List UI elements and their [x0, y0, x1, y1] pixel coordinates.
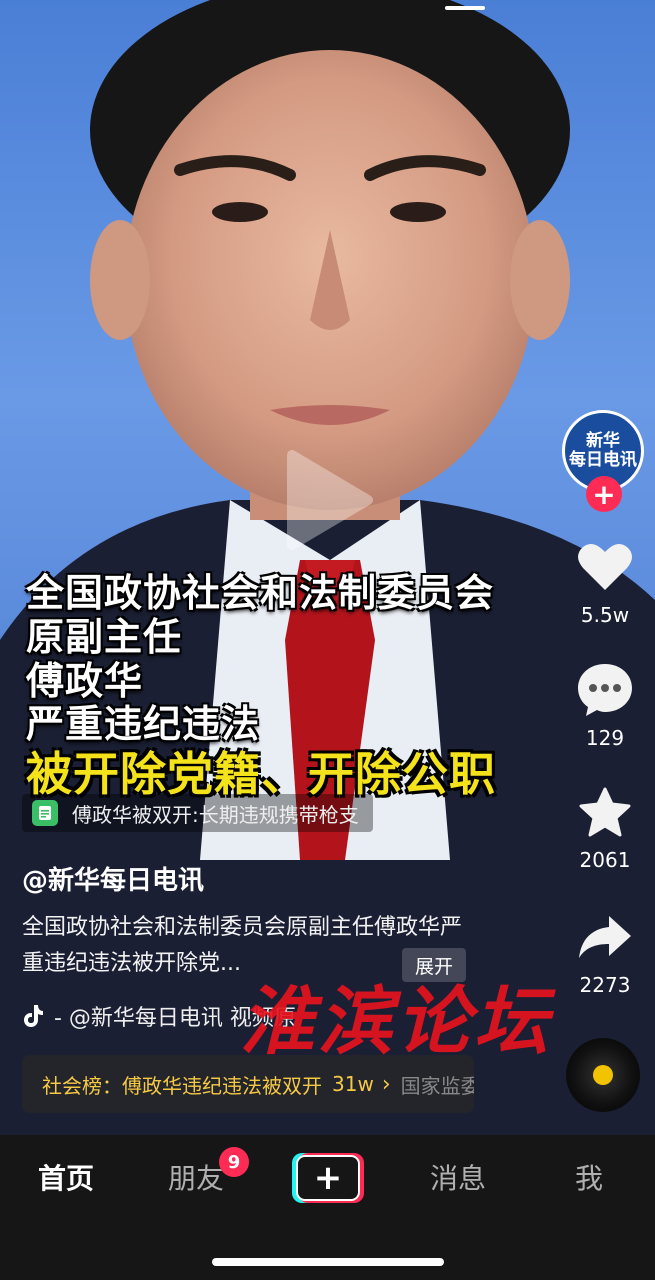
- share-button[interactable]: 2273: [563, 905, 647, 997]
- tiktok-note-icon: [24, 1005, 43, 1027]
- avatar-text: 每日电讯: [569, 450, 637, 470]
- avatar-text: 新华: [586, 431, 620, 451]
- hot-topic-count: 31w: [332, 1072, 374, 1096]
- caption-highlight: 被开除党籍、开除公职: [26, 747, 496, 801]
- author-handle[interactable]: @新华每日电讯: [22, 860, 204, 897]
- top-handle: [445, 6, 485, 10]
- favorite-count: 2061: [579, 848, 631, 872]
- caption-line: 原副主任: [26, 615, 183, 659]
- caption-line: 全国政协社会和法制委员会: [26, 571, 495, 615]
- document-icon: [32, 800, 58, 826]
- watermark: 淮滨论坛: [240, 979, 552, 1065]
- home-indicator[interactable]: [212, 1258, 444, 1266]
- caption-line: 傅政华: [26, 659, 144, 703]
- friends-badge: 9: [219, 1147, 249, 1177]
- like-count: 5.5w: [580, 603, 630, 627]
- play-icon[interactable]: [282, 447, 374, 553]
- follow-button[interactable]: +: [586, 476, 622, 512]
- video-player[interactable]: 全国政协社会和法制委员会 原副主任 傅政华 严重违纪违法 被开除党籍、开除公职 …: [0, 0, 655, 1135]
- disc-center: [593, 1065, 613, 1085]
- share-icon: [563, 905, 647, 969]
- hot-topic-tail: 国家监委网: [400, 1073, 474, 1098]
- like-button[interactable]: 5.5w: [563, 535, 647, 627]
- tab-friends[interactable]: 朋友: [168, 1159, 224, 1199]
- comment-button[interactable]: 129: [563, 658, 647, 750]
- heart-icon: [563, 535, 647, 599]
- star-icon: [563, 780, 647, 844]
- caption-line: 严重违纪违法: [26, 702, 261, 746]
- tab-me[interactable]: 我: [575, 1159, 603, 1199]
- chevron-right-icon: ›: [381, 1071, 391, 1097]
- music-disc[interactable]: [566, 1038, 640, 1112]
- create-button[interactable]: +: [292, 1153, 364, 1203]
- tab-home[interactable]: 首页: [38, 1159, 94, 1199]
- related-video-chip[interactable]: 傅政华被双开:长期违规携带枪支: [22, 794, 373, 832]
- comment-count: 129: [585, 726, 625, 750]
- hot-topic-label: 社会榜：傅政华违纪违法被双开: [42, 1073, 322, 1098]
- favorite-button[interactable]: 2061: [563, 780, 647, 872]
- related-video-title: 傅政华被双开:长期违规携带枪支: [72, 802, 359, 827]
- tab-messages[interactable]: 消息: [430, 1159, 486, 1199]
- share-count: 2273: [579, 973, 631, 997]
- plus-icon: +: [296, 1155, 360, 1201]
- comment-icon: [563, 658, 647, 722]
